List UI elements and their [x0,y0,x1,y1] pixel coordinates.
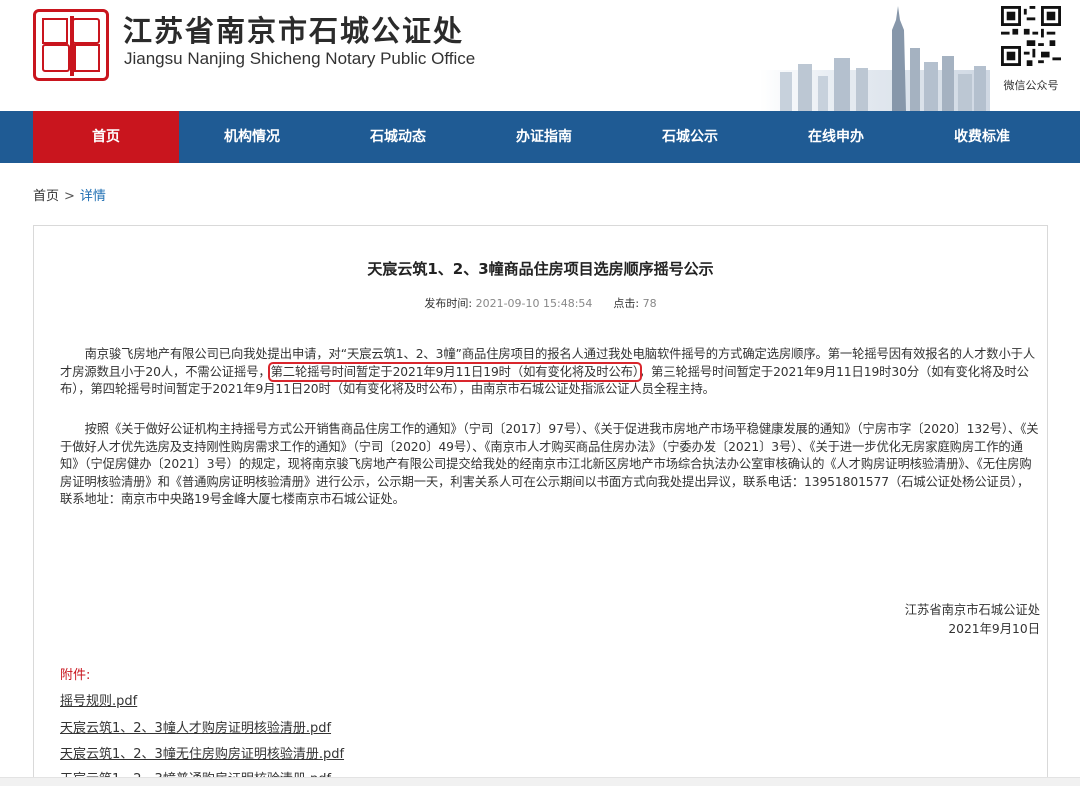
nav-item-news[interactable]: 石城动态 [325,111,471,163]
article-meta: 发布时间: 2021-09-10 15:48:54 点击: 78 [33,295,1048,311]
article-title: 天宸云筑1、2、3幢商品住房项目选房顺序摇号公示 [367,260,714,278]
main-nav: 首页 机构情况 石城动态 办证指南 石城公示 在线申办 收费标准 [0,111,1080,163]
signature-org: 江苏省南京市石城公证处 [904,603,1040,617]
breadcrumb-current[interactable]: 详情 [80,189,106,204]
article-paragraph-1: 南京骏飞房地产有限公司已向我处提出申请，对“天宸云筑1、2、3幢”商品住房项目的… [60,346,1040,399]
nav-item-notices[interactable]: 石城公示 [617,111,763,163]
breadcrumb-home[interactable]: 首页 [33,189,59,204]
nav-item-fees[interactable]: 收费标准 [909,111,1055,163]
nav-item-about[interactable]: 机构情况 [179,111,325,163]
attachment-link[interactable]: 天宸云筑1、2、3幢无住房购房证明核验清册.pdf [60,743,344,762]
wechat-qr-code-icon [1001,6,1061,66]
highlighted-second-round-time: 第二轮摇号时间暂定于2021年9月11日19时（如有变化将及时公布） [267,361,642,382]
notary-seal-logo[interactable] [33,9,109,81]
site-subtitle: Jiangsu Nanjing Shicheng Notary Public O… [124,49,476,68]
nav-item-guide[interactable]: 办证指南 [471,111,617,163]
breadcrumb: 首页 > 详情 [33,185,106,204]
attachments-label: 附件: [60,668,91,683]
clicks-count: 78 [642,297,657,310]
article-paragraph-2: 按照《关于做好公证机构主持摇号方式公开销售商品住房工作的通知》（宁司〔2017〕… [60,422,1039,506]
site-title: 江苏省南京市石城公证处 [123,14,465,48]
clicks-label: 点击: [613,297,640,310]
publish-time: 2021-09-10 15:48:54 [475,297,593,310]
nav-item-home[interactable]: 首页 [33,111,179,163]
qr-caption: 微信公众号 [1003,79,1059,92]
publish-label: 发布时间: [424,297,473,310]
city-skyline-banner [760,6,990,111]
attachment-link[interactable]: 天宸云筑1、2、3幢人才购房证明核验清册.pdf [60,717,331,736]
attachment-link[interactable]: 摇号规则.pdf [60,690,137,709]
breadcrumb-separator: > [64,189,75,204]
site-header: 江苏省南京市石城公证处 Jiangsu Nanjing Shicheng Not… [0,0,1080,111]
nav-item-online[interactable]: 在线申办 [763,111,909,163]
signature-date: 2021年9月10日 [948,622,1040,636]
